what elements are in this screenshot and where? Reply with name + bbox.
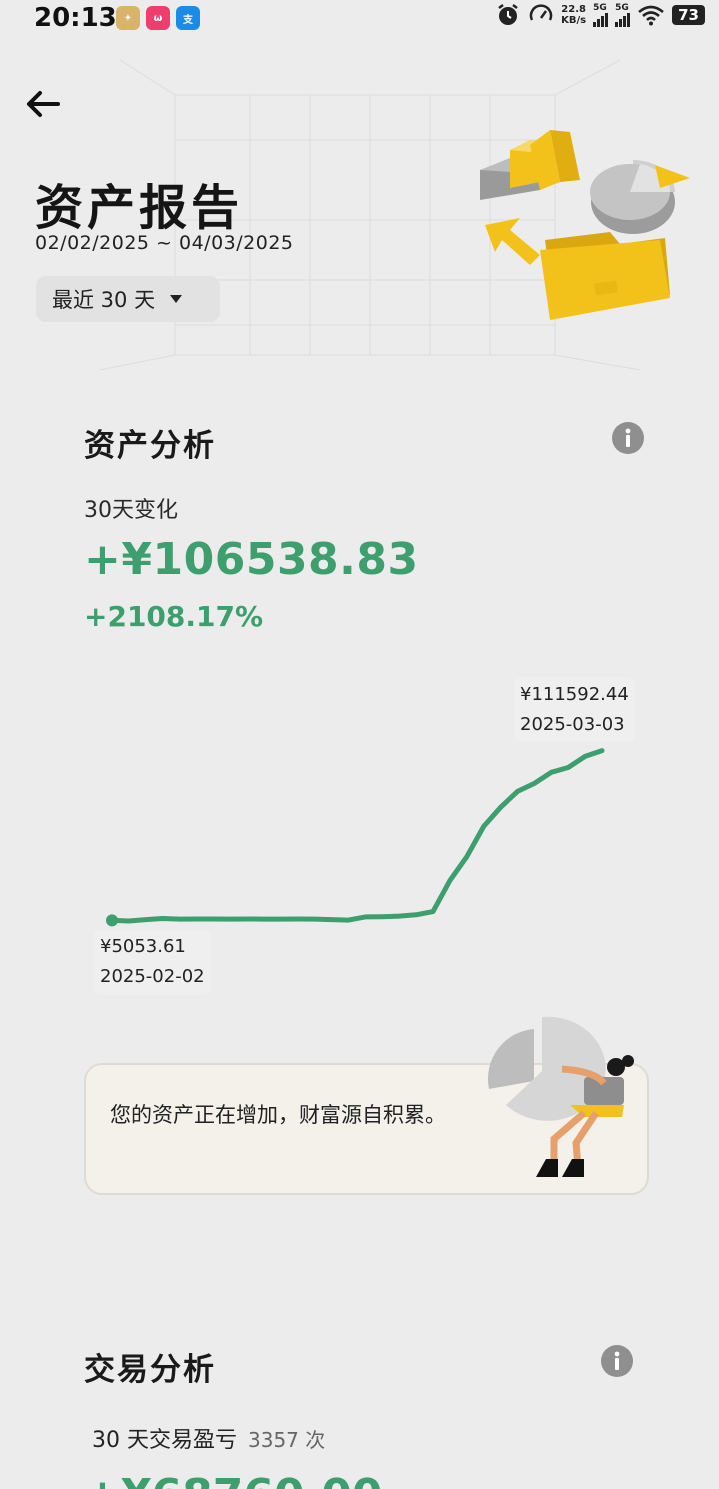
signal-1: 5G [593,2,609,27]
data-point [279,917,283,921]
back-button[interactable] [24,84,68,124]
data-point [178,917,182,921]
speedometer-icon [529,4,553,21]
info-icon [614,1351,620,1370]
alarm-icon [498,4,518,25]
status-indicators: 22.8 KB/s 5G 5G 73 [495,2,705,28]
data-point [330,918,334,922]
data-point [414,913,418,917]
app-notification-icon: ✦ [116,6,140,30]
range-select-label: 最近 30 天 [52,288,156,312]
app-alipay-icon: 支 [176,6,200,30]
data-point [262,917,266,921]
start-date-label: 2025-02-02 [100,966,205,987]
signal-icon [615,12,631,27]
data-point [499,805,503,809]
trade-analysis-title: 交易分析 [84,1352,216,1388]
trade-count: 3357 次 [248,1428,326,1452]
trade-amount: +¥68760.00 [84,1470,383,1489]
data-point [127,919,131,923]
data-point [600,749,604,753]
net-speed: 22.8 KB/s [561,4,586,26]
info-icon [625,428,631,447]
data-point [313,917,317,921]
data-point [549,770,553,774]
asset-info-button[interactable] [612,422,644,454]
asset-analysis-title: 资产分析 [84,428,216,464]
data-point [516,789,520,793]
change-label: 30天变化 [84,498,178,523]
data-point [465,855,469,859]
data-point [347,918,351,922]
change-amount: +¥106538.83 [84,534,419,585]
trade-subtitle-row: 30 天交易盈亏 3357 次 [92,1422,325,1454]
data-point [566,766,570,770]
data-point [296,917,300,921]
data-point [144,918,148,922]
data-point [482,824,486,828]
trade-info-button[interactable] [601,1345,633,1377]
signal-1-label: 5G [593,2,607,13]
data-point [245,917,249,921]
signal-icon [593,12,609,27]
asset-line-chart: ¥111592.44 2025-03-03 ¥5053.61 2025-02-0… [90,660,650,1010]
signal-2: 5G [615,2,631,27]
start-point [106,914,118,927]
status-bar: 20:13 ✦ ω 支 22.8 KB/s 5G 5G 73 [0,0,719,38]
data-point [532,781,536,785]
page-title: 资产报告 [35,180,244,236]
status-time: 20:13 [34,3,117,33]
date-range: 02/02/2025 ~ 04/03/2025 [35,232,294,254]
woman-with-pie-illustration [487,1016,634,1177]
data-point [448,879,452,883]
data-point [380,915,384,919]
signal-2-label: 5G [615,2,629,13]
net-speed-unit: KB/s [561,15,587,26]
start-value-label: ¥5053.61 [100,936,186,957]
trade-subtitle: 30 天交易盈亏 [92,1428,237,1453]
data-point [583,754,587,758]
app-taobao-icon: ω [146,6,170,30]
data-point [228,917,232,921]
data-point [161,916,165,920]
report-header: 资产报告 02/02/2025 ~ 04/03/2025 最近 30 天 [0,40,719,370]
encouragement-card: 您的资产正在增加，财富源自积累。 [84,1016,649,1195]
encouragement-text: 您的资产正在增加，财富源自积累。 [110,1103,446,1127]
data-point [194,917,198,921]
status-app-icons: ✦ ω 支 [116,6,200,30]
battery-icon: 73 [672,5,705,25]
arrow-left-icon [27,91,60,117]
data-point [211,917,215,921]
data-point [431,910,435,914]
series-line [109,748,605,924]
chart-start-tooltip: ¥5053.61 2025-02-02 [94,930,211,994]
data-point [397,914,401,918]
range-select-dropdown[interactable]: 最近 30 天 [36,276,220,322]
net-speed-value: 22.8 [561,4,586,15]
caret-down-icon [170,295,183,303]
report-illustration [480,130,690,320]
data-point [363,915,367,919]
change-percent: +2108.17% [84,600,264,633]
wifi-icon [638,5,664,26]
